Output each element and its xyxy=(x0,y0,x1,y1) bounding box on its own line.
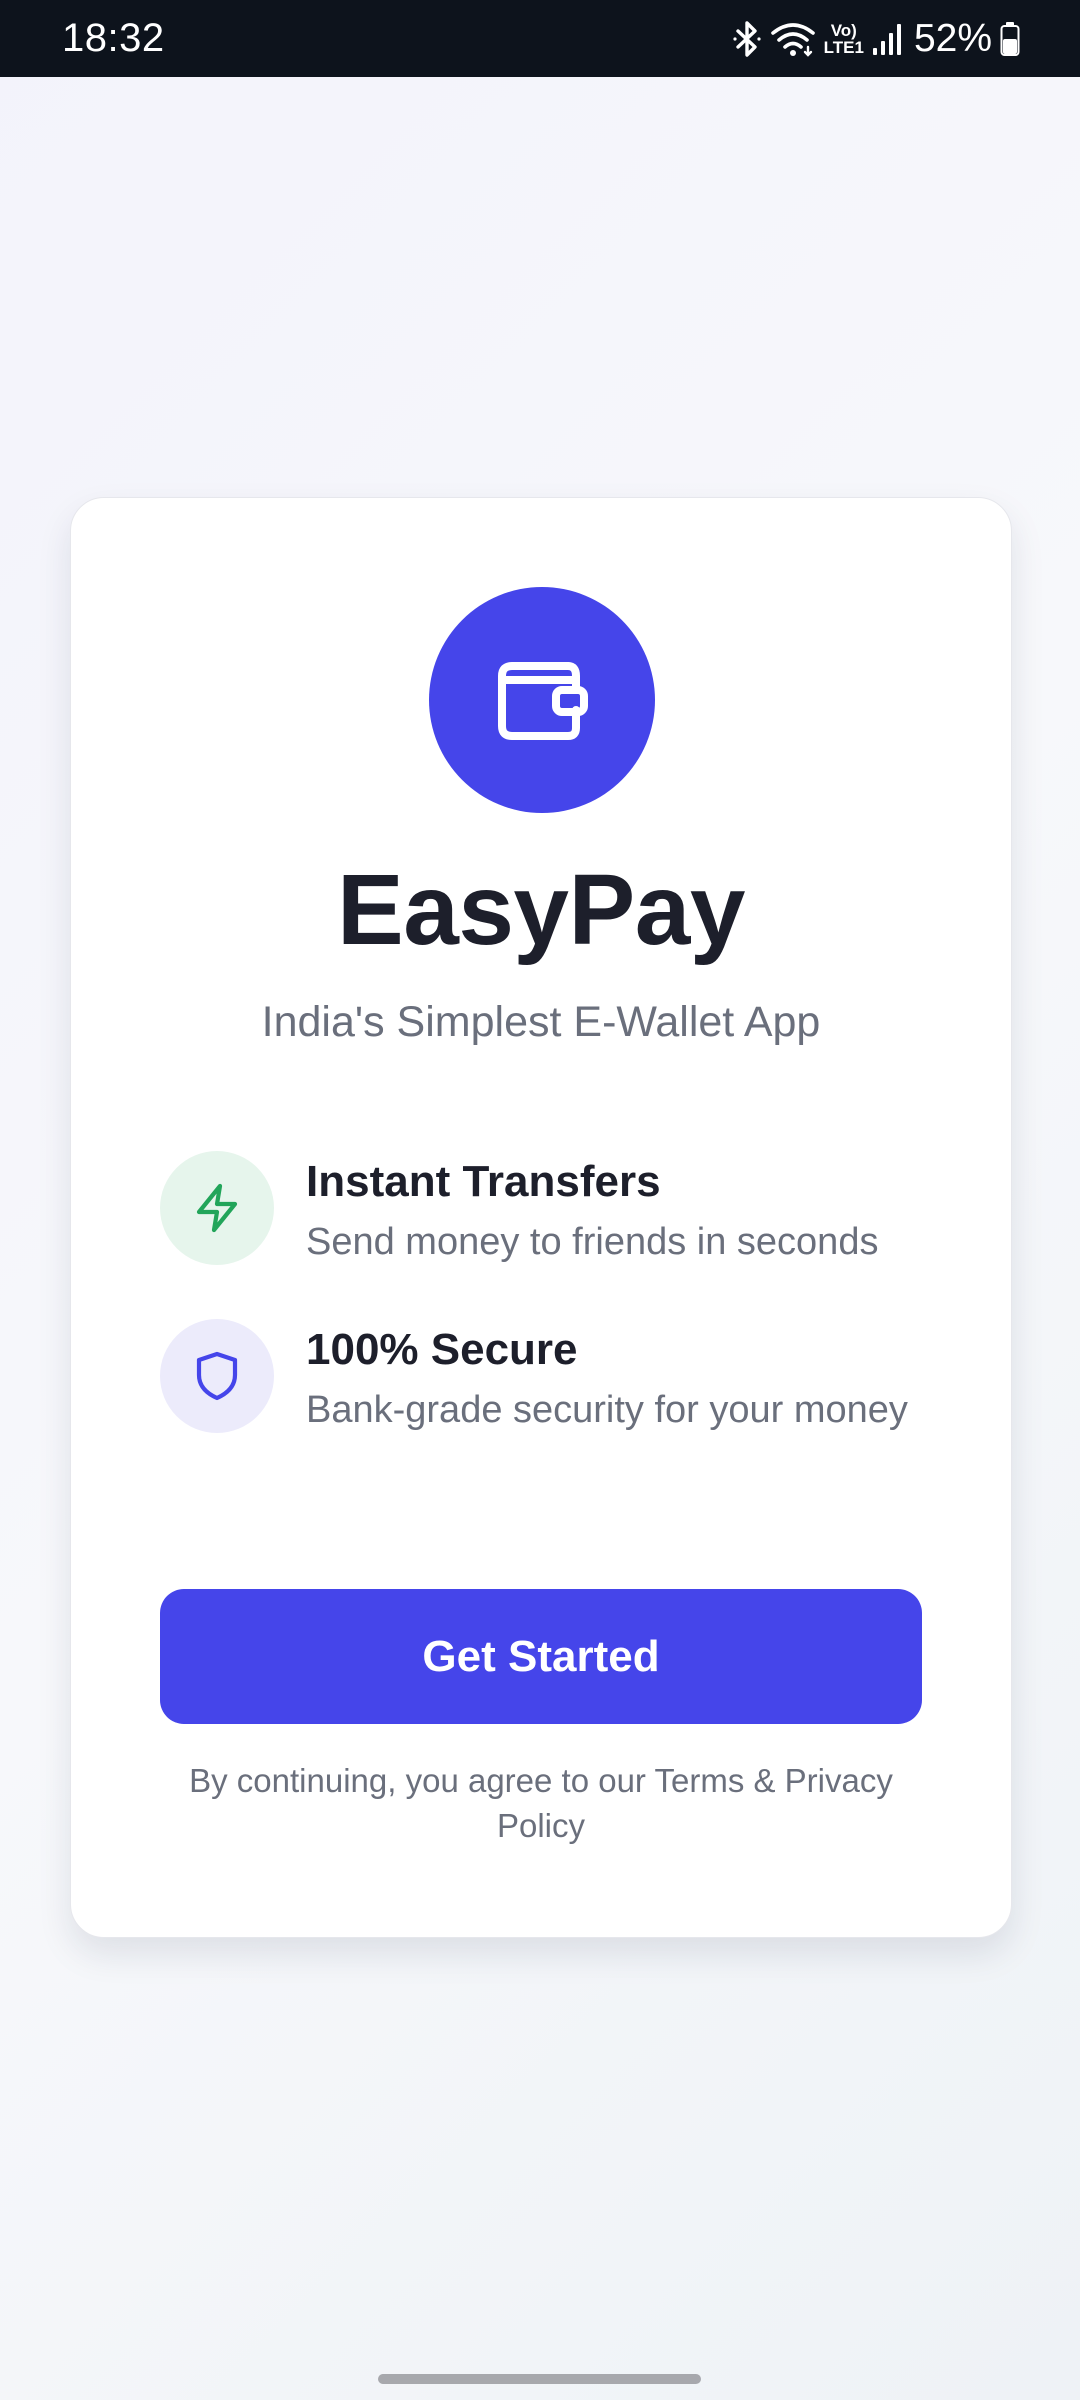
feature-description: Send money to friends in seconds xyxy=(306,1221,879,1263)
lte-label: LTE1 xyxy=(823,38,864,57)
bluetooth-icon xyxy=(732,20,762,58)
feature-title: Instant Transfers xyxy=(306,1157,661,1206)
feature-description: Bank-grade security for your money xyxy=(306,1389,908,1431)
battery-percentage: 52% xyxy=(913,17,992,60)
volte-label: Vo) xyxy=(830,21,857,40)
wallet-icon xyxy=(490,646,594,755)
app-logo xyxy=(429,587,655,813)
signal-icon xyxy=(872,22,902,56)
lightning-icon xyxy=(160,1151,274,1265)
status-icons: Vo) LTE1 52% xyxy=(732,16,1020,62)
status-time: 18:32 xyxy=(62,16,165,60)
feature-title: 100% Secure xyxy=(306,1325,578,1374)
status-bar: 18:32 Vo) LTE1 52% xyxy=(0,0,1080,77)
app-name: EasyPay xyxy=(337,854,745,966)
get-started-button[interactable]: Get Started xyxy=(160,1589,922,1724)
shield-icon xyxy=(160,1319,274,1433)
terms-text: By continuing, you agree to our Terms & … xyxy=(189,1762,893,1844)
battery-icon xyxy=(1000,21,1020,57)
volte-icon: Vo) LTE1 xyxy=(824,22,864,56)
wifi-icon xyxy=(770,20,816,58)
home-indicator[interactable] xyxy=(378,2374,701,2384)
app-tagline: India's Simplest E-Wallet App xyxy=(261,998,821,1046)
welcome-card: EasyPay India's Simplest E-Wallet App In… xyxy=(70,497,1012,1938)
